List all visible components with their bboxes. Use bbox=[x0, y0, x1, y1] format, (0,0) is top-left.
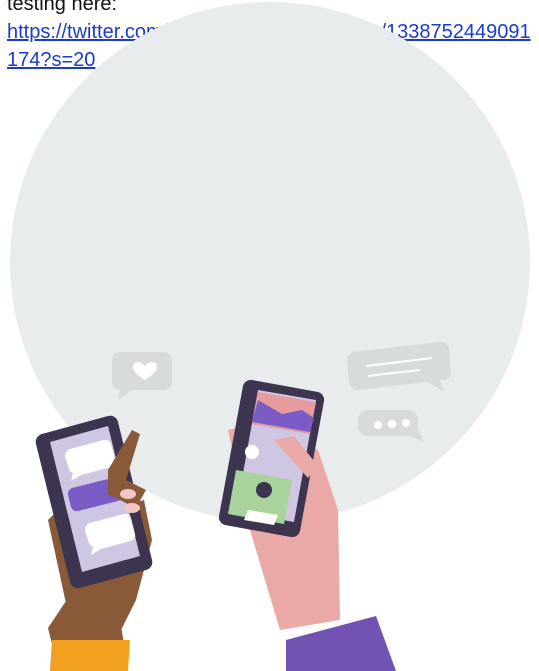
orange-sleeve bbox=[50, 640, 130, 671]
phones-social-illustration bbox=[10, 2, 530, 671]
